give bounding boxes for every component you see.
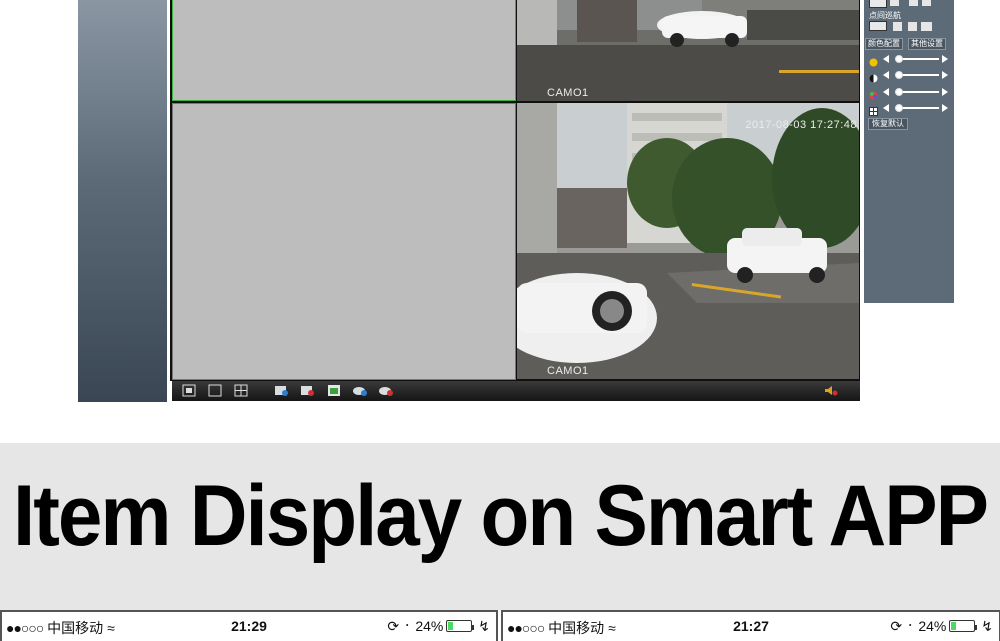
camera-feed-image <box>517 103 859 379</box>
increase-icon[interactable] <box>942 55 948 63</box>
bluetooth-icon: ᛫ <box>403 618 412 634</box>
stop-record-icon[interactable] <box>301 384 315 397</box>
control-panel: 点间巡航 颜色配置 其他设置 <box>864 0 954 303</box>
camera-timestamp: 2017-08-03 17:27:48 <box>745 119 857 131</box>
cruise-label: 点间巡航 <box>869 11 901 20</box>
slider-knob[interactable] <box>895 88 903 96</box>
camera-label: CAMO1 <box>547 87 589 99</box>
increase-icon[interactable] <box>942 104 948 112</box>
tab-color-config[interactable]: 颜色配置 <box>865 38 903 50</box>
talk-icon[interactable] <box>353 384 367 397</box>
status-carrier: ●●○○○ 中国移动 ≈ <box>507 618 616 638</box>
status-right: ⟳ ᛫ 24% ↯ <box>890 618 993 635</box>
decrease-icon[interactable] <box>883 71 889 79</box>
add-icon[interactable] <box>890 0 899 6</box>
status-carrier: ●●○○○ 中国移动 ≈ <box>6 618 115 638</box>
wifi-icon: ≈ <box>608 620 616 636</box>
signal-icon: ●●○○○ <box>507 620 545 636</box>
decrease-icon[interactable] <box>883 104 889 112</box>
page-title: Item Display on Smart APP <box>13 467 989 564</box>
charging-icon: ↯ <box>981 618 993 634</box>
slider-knob[interactable] <box>895 71 903 79</box>
record-icon[interactable] <box>275 384 289 397</box>
grid-icon[interactable] <box>921 22 932 31</box>
carrier-name: 中国移动 <box>47 620 104 636</box>
camera-label: CAMO1 <box>547 365 589 377</box>
decrease-icon[interactable] <box>883 55 889 63</box>
signal-icon: ●●○○○ <box>6 620 44 636</box>
saturation-slider[interactable] <box>869 87 951 100</box>
battery-icon <box>446 620 473 632</box>
slider-knob[interactable] <box>895 104 903 112</box>
battery-percent: 24% <box>415 618 444 634</box>
carrier-name: 中国移动 <box>548 620 605 636</box>
playback-toolbar <box>172 381 860 401</box>
wifi-icon: ≈ <box>107 620 115 636</box>
video-tile-2[interactable]: CAMO1 <box>517 0 859 101</box>
rotation-lock-icon: ⟳ <box>387 618 400 634</box>
video-tile-4[interactable]: 2017-08-03 17:27:48 CAMO1 <box>517 103 859 379</box>
decrease-icon[interactable] <box>883 88 889 96</box>
hue-slider[interactable] <box>869 103 951 116</box>
phone-screenshot-1: 21:29 ●●○○○ 中国移动 ≈ ⟳ ᛫ 24% ↯ <box>0 610 498 641</box>
play-icon[interactable] <box>893 22 902 31</box>
left-sidebar <box>78 0 167 402</box>
video-tile-3[interactable] <box>172 103 516 380</box>
cruise-field[interactable] <box>869 21 887 31</box>
increase-icon[interactable] <box>942 88 948 96</box>
increase-icon[interactable] <box>942 71 948 79</box>
slider-knob[interactable] <box>895 55 903 63</box>
bluetooth-icon: ᛫ <box>906 618 915 634</box>
brightness-slider[interactable] <box>869 54 951 67</box>
preset-field[interactable] <box>869 0 887 8</box>
fullscreen-icon[interactable] <box>182 384 196 397</box>
stop-talk-icon[interactable] <box>379 384 393 397</box>
snapshot-icon[interactable] <box>327 384 341 397</box>
reset-defaults-button[interactable]: 恢复默认 <box>868 118 908 130</box>
battery-percent: 24% <box>918 618 947 634</box>
contrast-icon <box>869 70 878 83</box>
contrast-slider[interactable] <box>869 70 951 83</box>
battery-icon <box>949 620 976 632</box>
volume-icon[interactable] <box>824 384 838 397</box>
plus-icon[interactable] <box>909 0 918 6</box>
hue-icon <box>869 103 878 116</box>
minus-icon[interactable] <box>922 0 931 6</box>
quad-view-icon[interactable] <box>234 384 248 397</box>
charging-icon: ↯ <box>478 618 490 634</box>
camera-feed-image <box>517 0 859 101</box>
saturation-icon <box>869 87 878 100</box>
rotation-lock-icon: ⟳ <box>890 618 903 634</box>
status-right: ⟳ ᛫ 24% ↯ <box>387 618 490 635</box>
video-tile-1[interactable] <box>172 0 516 101</box>
stop-icon[interactable] <box>908 22 917 31</box>
phone-screenshot-2: 21:27 ●●○○○ 中国移动 ≈ ⟳ ᛫ 24% ↯ <box>501 610 1000 641</box>
tab-other-settings[interactable]: 其他设置 <box>908 38 946 50</box>
brightness-icon <box>869 54 878 67</box>
single-view-icon[interactable] <box>208 384 222 397</box>
